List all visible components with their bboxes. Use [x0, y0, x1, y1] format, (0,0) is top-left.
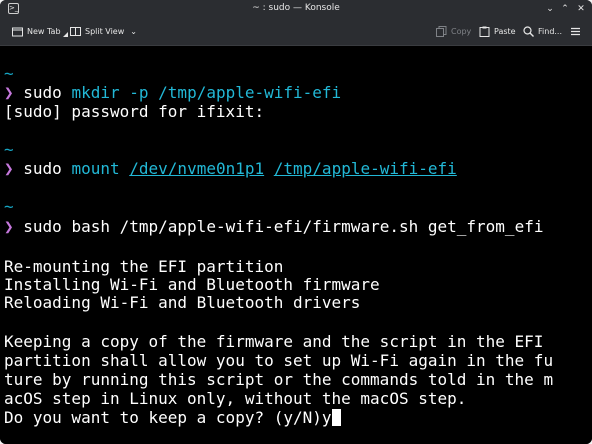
prompt-symbol: ❯	[4, 83, 14, 102]
dropdown-corner-icon	[62, 32, 68, 37]
command-line: ❯ sudo mkdir -p /tmp/apple-wifi-efi	[4, 83, 341, 102]
command-args: -p /tmp/apple-wifi-efi	[129, 83, 342, 102]
output-line: Reloading Wi-Fi and Bluetooth drivers	[4, 293, 361, 312]
hamburger-menu-button[interactable]	[570, 25, 585, 38]
window-title: ~ : sudo — Konsole	[252, 3, 340, 13]
terminal-output[interactable]: ~ ❯ sudo mkdir -p /tmp/apple-wifi-efi [s…	[0, 46, 592, 444]
split-view-label: Split View	[85, 27, 125, 36]
split-view-icon	[70, 27, 81, 36]
new-tab-icon	[12, 27, 23, 37]
cwd-indicator: ~	[4, 64, 14, 83]
mountpoint-path-link[interactable]: /tmp/apple-wifi-efi	[274, 159, 457, 178]
command-line: ❯ sudo bash /tmp/apple-wifi-efi/firmware…	[4, 217, 543, 236]
message-line: Keeping a copy of the firmware and the s…	[4, 332, 544, 351]
minimize-icon[interactable]: ⌄	[543, 2, 557, 16]
paste-icon	[479, 26, 490, 37]
command-sudo: sudo	[23, 217, 62, 236]
konsole-window: >_ ~ : sudo — Konsole ⌄ ⌃ ✕ New Tab Spli…	[0, 0, 592, 444]
message-line: acOS step in Linux only, without the mac…	[4, 389, 467, 408]
chevron-down-icon: ⌄	[130, 27, 137, 36]
title-bar[interactable]: >_ ~ : sudo — Konsole ⌄ ⌃ ✕	[0, 0, 592, 18]
input-prompt-line[interactable]: Do you want to keep a copy? (y/N)y	[4, 408, 341, 427]
device-path-link[interactable]: /dev/nvme0n1p1	[129, 159, 264, 178]
find-button[interactable]: Find...	[523, 25, 562, 38]
message-line: partition shall allow you to set up Wi-F…	[4, 351, 554, 370]
find-label: Find...	[538, 27, 563, 36]
search-icon	[523, 26, 534, 37]
toolbar: New Tab Split View ⌄ Copy Paste Find...	[0, 18, 592, 46]
split-view-button[interactable]: Split View ⌄	[70, 25, 137, 38]
text-cursor	[331, 409, 341, 426]
copy-label: Copy	[451, 27, 472, 36]
password-prompt: [sudo] password for ifixit:	[4, 102, 265, 121]
output-line: Re-mounting the EFI partition	[4, 257, 284, 276]
prompt-symbol: ❯	[4, 159, 14, 178]
hamburger-menu-icon	[571, 27, 580, 36]
command-line: ❯ sudo mount /dev/nvme0n1p1 /tmp/apple-w…	[4, 159, 457, 178]
command-program: mount	[71, 159, 120, 178]
new-tab-label: New Tab	[27, 27, 61, 36]
output-line: Installing Wi-Fi and Bluetooth firmware	[4, 275, 380, 294]
paste-button[interactable]: Paste	[479, 25, 516, 38]
command-program: mkdir	[71, 83, 120, 102]
message-line: ture by running this script or the comma…	[4, 370, 554, 389]
cwd-indicator: ~	[4, 140, 14, 159]
close-icon[interactable]: ✕	[574, 2, 588, 16]
copy-button[interactable]: Copy	[436, 25, 471, 38]
question-text: Do you want to keep a copy? (y/N)y	[4, 408, 332, 427]
command-args: bash /tmp/apple-wifi-efi/firmware.sh get…	[71, 217, 544, 236]
maximize-icon[interactable]: ⌃	[558, 2, 572, 16]
copy-icon	[436, 26, 447, 37]
new-tab-button[interactable]: New Tab	[12, 25, 68, 38]
command-sudo: sudo	[23, 83, 62, 102]
command-sudo: sudo	[23, 159, 62, 178]
cwd-indicator: ~	[4, 197, 14, 216]
paste-label: Paste	[494, 27, 516, 36]
prompt-symbol: ❯	[4, 217, 14, 236]
